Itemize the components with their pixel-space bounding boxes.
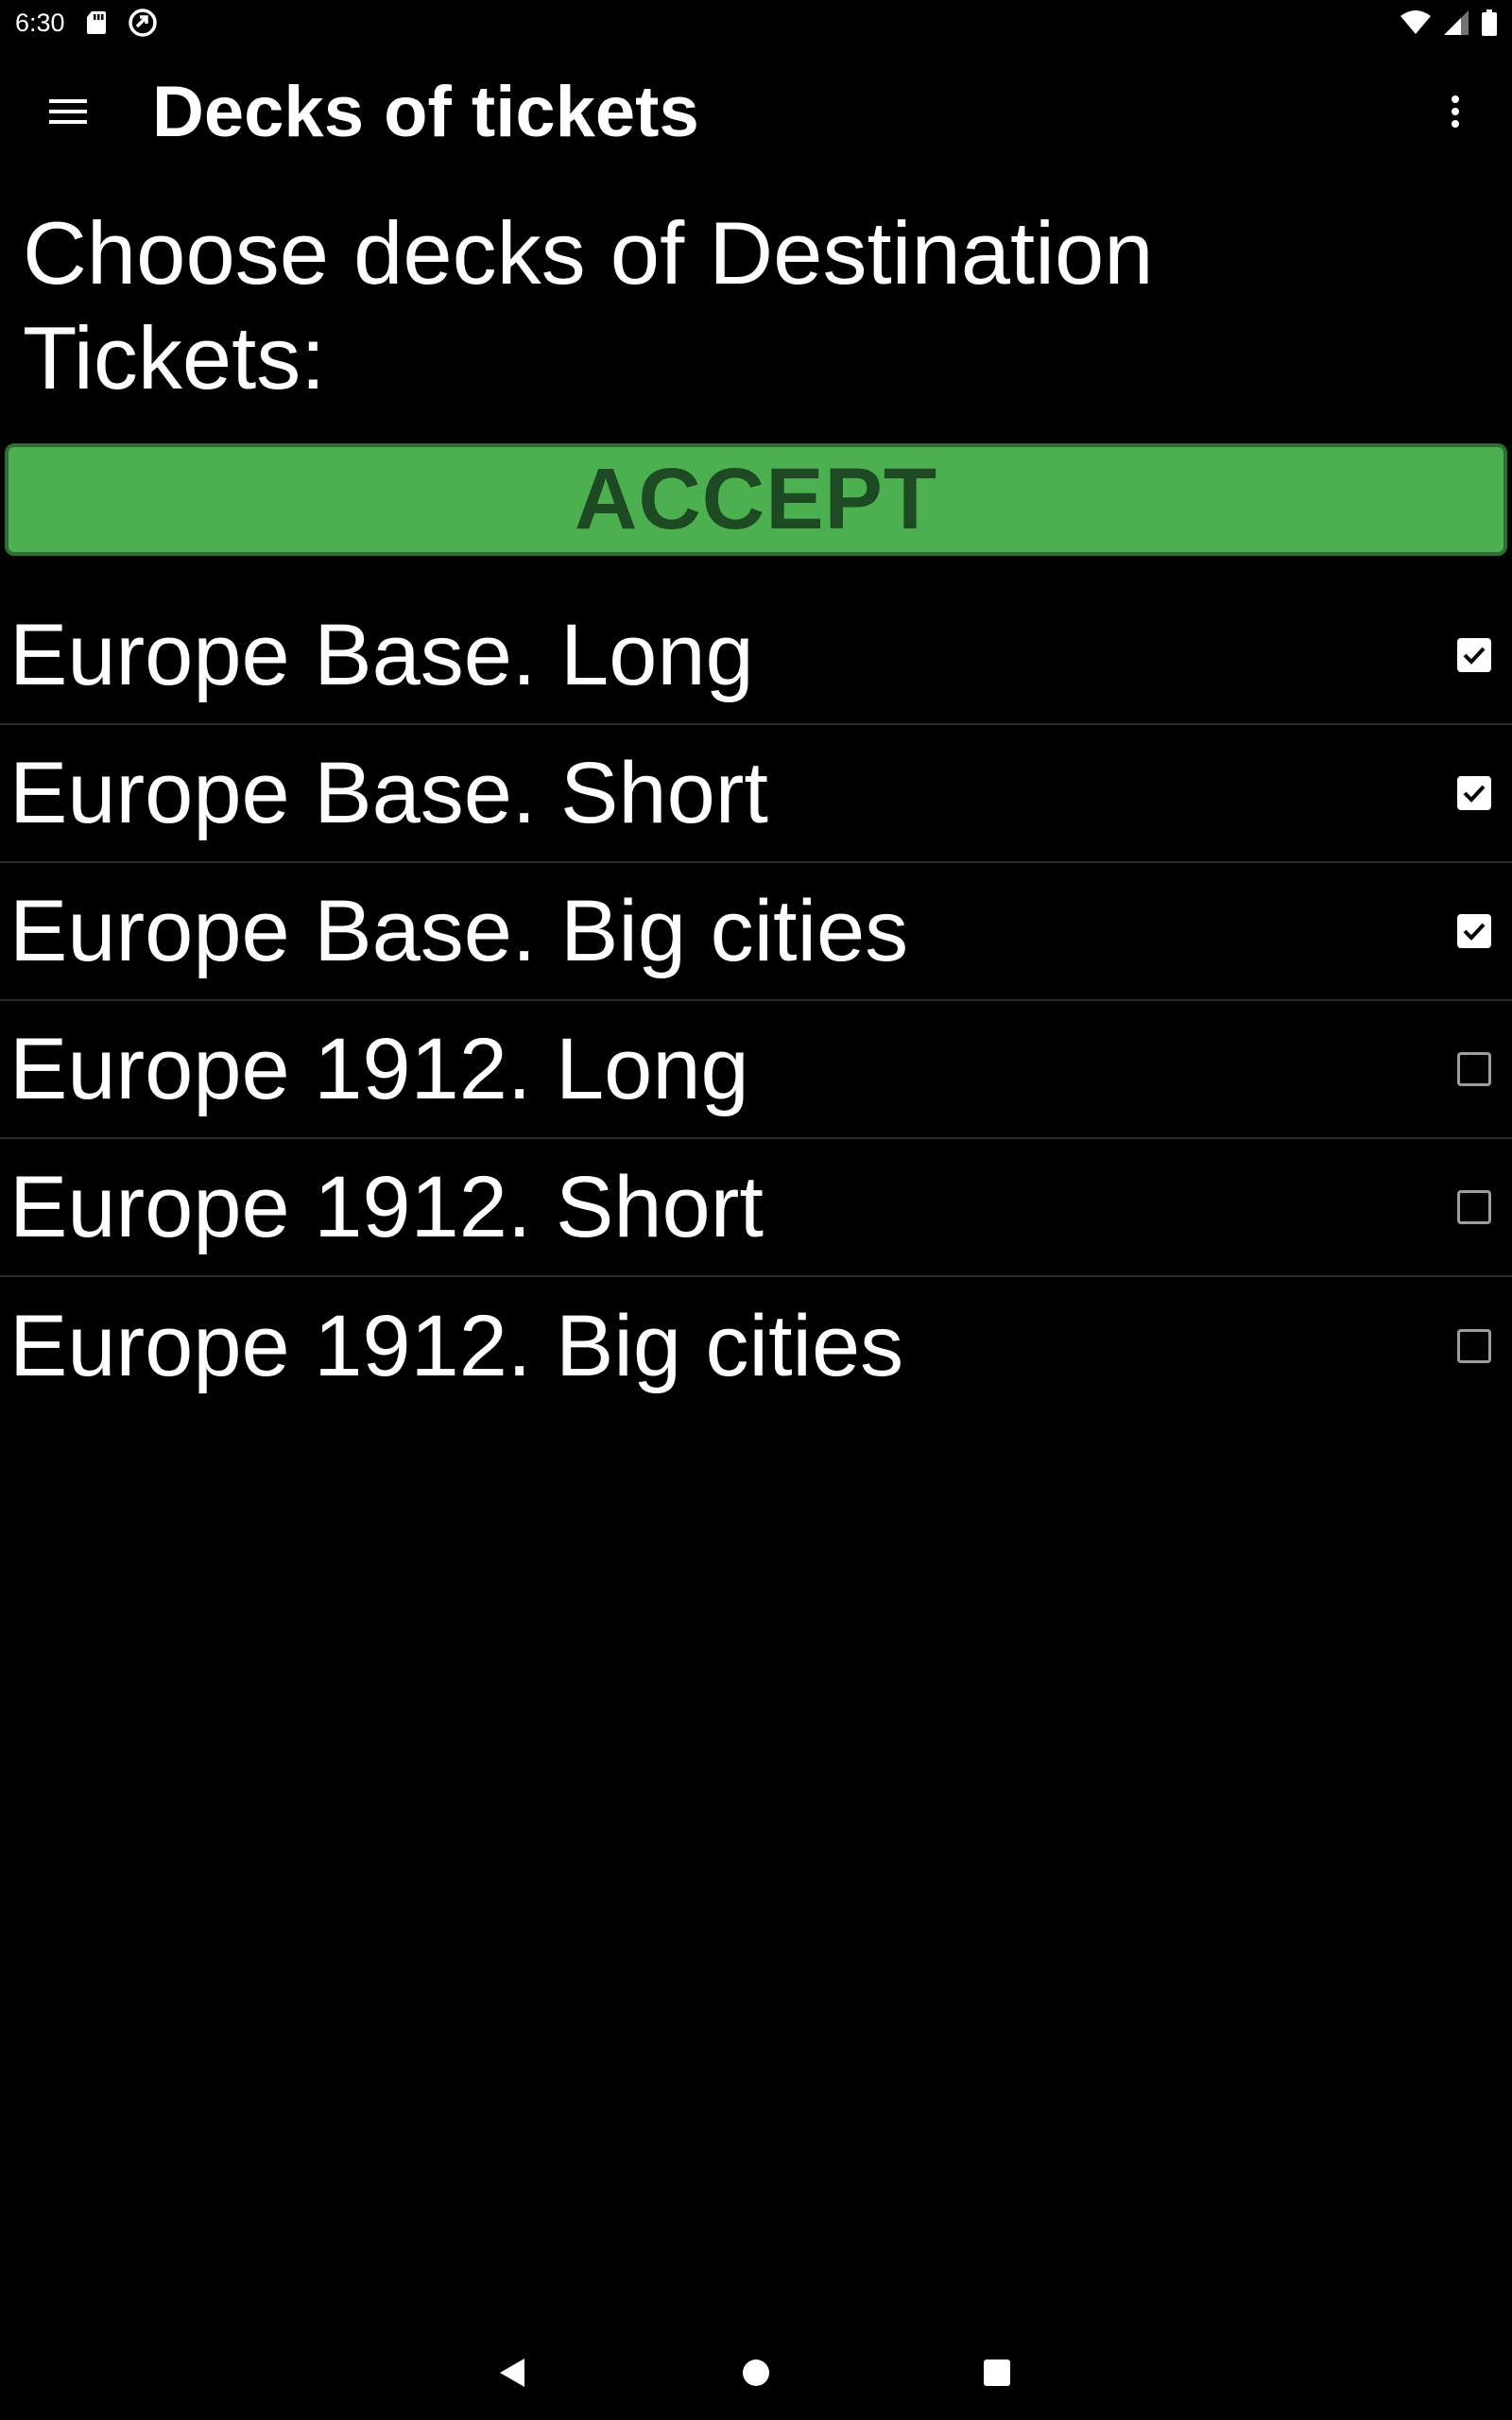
hamburger-menu-icon [49,99,87,124]
deck-item[interactable]: Europe Base. Long [0,587,1512,725]
status-time: 6:30 [15,8,65,37]
recents-icon [984,2360,1010,2386]
deck-item[interactable]: Europe 1912. Big cities [0,1277,1512,1415]
deck-label: Europe 1912. Long [9,1020,749,1117]
sync-icon [128,8,158,38]
deck-checkbox[interactable] [1457,914,1491,948]
status-left: 6:30 [15,8,158,38]
deck-checkbox[interactable] [1457,1190,1491,1224]
deck-label: Europe 1912. Big cities [9,1297,904,1394]
back-button[interactable] [486,2346,539,2399]
deck-label: Europe 1912. Short [9,1158,764,1255]
more-vertical-icon [1452,95,1459,128]
signal-icon [1444,10,1469,35]
status-right [1400,9,1497,36]
home-icon [743,2360,769,2386]
deck-checkbox[interactable] [1457,638,1491,672]
app-bar: Decks of tickets [0,45,1512,178]
wifi-icon [1400,10,1431,35]
checkmark-icon [1463,923,1486,941]
deck-item[interactable]: Europe 1912. Long [0,1001,1512,1139]
deck-label: Europe Base. Long [9,606,754,703]
recents-button[interactable] [971,2346,1023,2399]
deck-item[interactable]: Europe 1912. Short [0,1139,1512,1277]
deck-item[interactable]: Europe Base. Short [0,725,1512,863]
app-title: Decks of tickets [152,71,699,152]
status-bar: 6:30 [0,0,1512,45]
back-icon [500,2359,524,2387]
menu-button[interactable] [34,78,102,146]
deck-checkbox[interactable] [1457,776,1491,810]
overflow-menu-button[interactable] [1427,74,1484,149]
battery-icon [1482,9,1497,36]
checkmark-icon [1463,785,1486,803]
deck-item[interactable]: Europe Base. Big cities [0,863,1512,1001]
deck-checkbox[interactable] [1457,1052,1491,1086]
deck-label: Europe Base. Short [9,744,768,841]
sd-card-icon [86,10,107,35]
page-heading: Choose decks of Destination Tickets: [23,203,1154,407]
checkmark-icon [1463,647,1486,665]
navigation-bar [0,2325,1512,2420]
home-button[interactable] [730,2346,782,2399]
deck-list: Europe Base. Long Europe Base. Short Eur… [0,587,1512,1415]
deck-checkbox[interactable] [1457,1329,1491,1363]
deck-label: Europe Base. Big cities [9,882,909,979]
accept-button[interactable]: ACCEPT [5,443,1507,556]
